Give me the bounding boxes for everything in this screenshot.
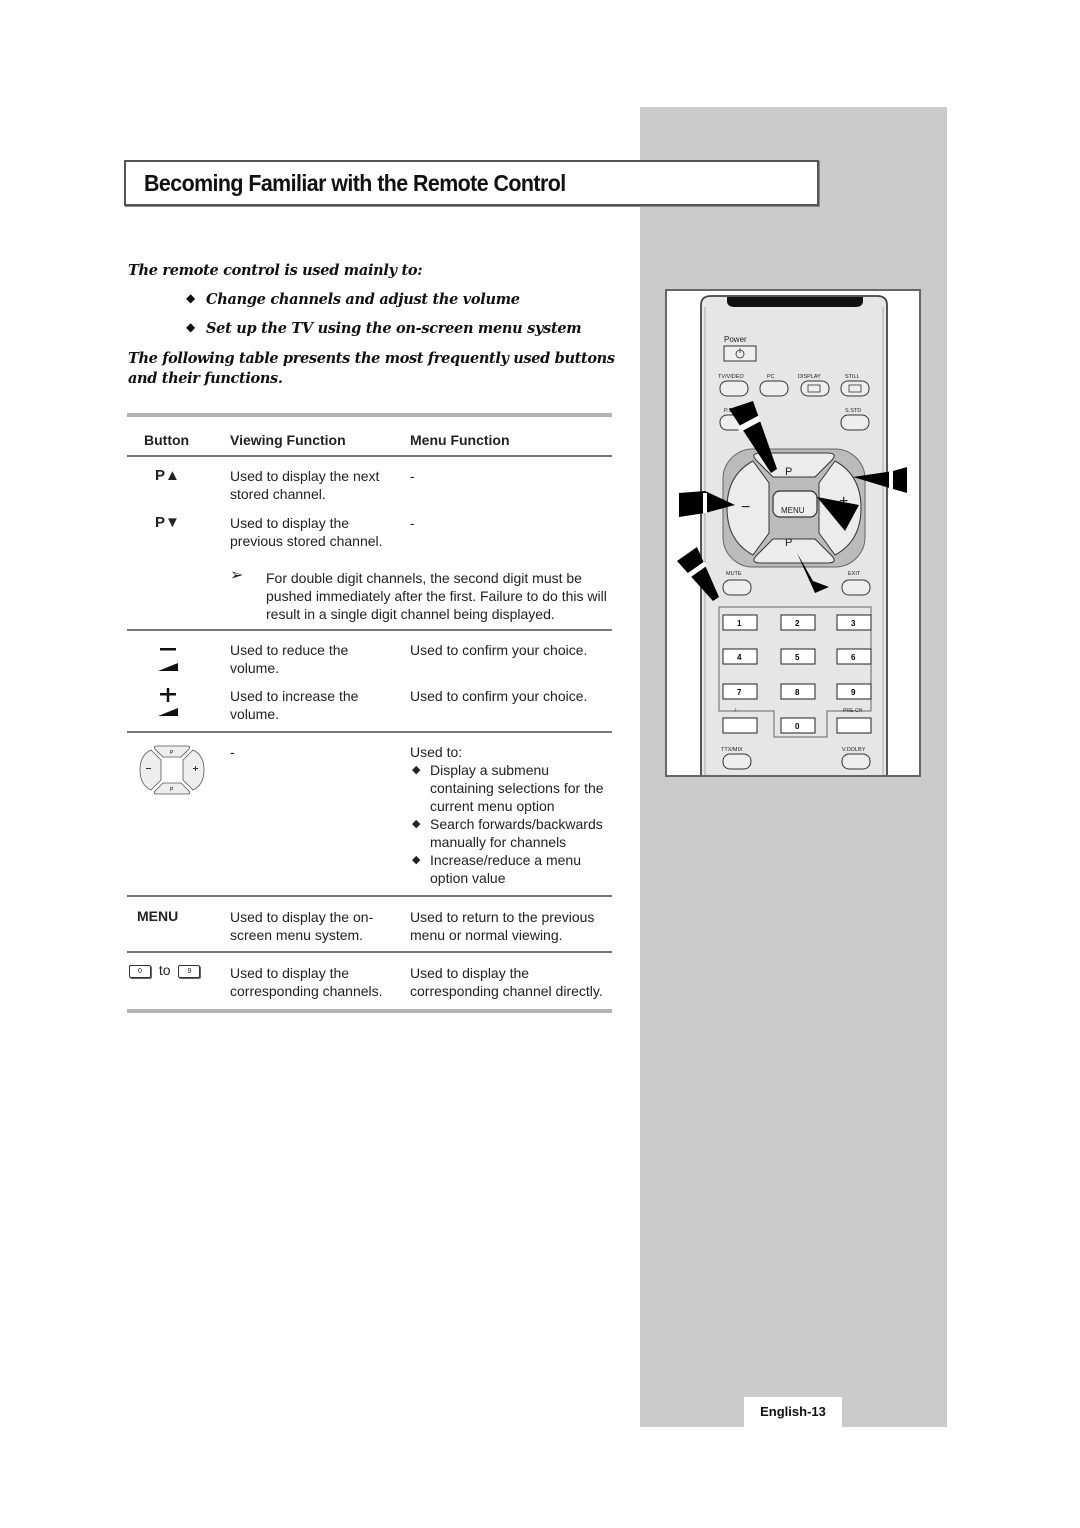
remote-key-2: 2	[795, 619, 800, 628]
remote-illustration-frame: Power TV/VIDEO PC DISPLAY STILL P.STD S.…	[665, 289, 921, 777]
remote-p-down-label: P	[785, 537, 792, 549]
table-section-digits: 0 to 9 Used to display the corresponding…	[127, 953, 612, 1009]
header-menu: Menu Function	[410, 432, 510, 448]
p-up-button-label: P▲	[155, 467, 180, 484]
title-box: Becoming Familiar with the Remote Contro…	[124, 160, 819, 206]
remote-dash-label: -/--	[733, 708, 740, 714]
dpad-viewing: -	[230, 744, 235, 760]
menu-menu: Used to return to the previous menu or n…	[410, 909, 595, 943]
diamond-bullet-icon: ◆	[412, 854, 421, 866]
volume-up-icon	[158, 688, 178, 716]
note-arrow-icon: ➢	[230, 567, 244, 584]
p-down-menu: -	[410, 515, 415, 531]
dpad-icon: P P	[139, 745, 205, 795]
diamond-bullet-icon: ◆	[412, 818, 421, 830]
remote-pc-label: PC	[767, 374, 775, 380]
dpad-menu: Used to: ◆ Display a submenu containing s…	[410, 743, 615, 887]
key-0-icon: 0	[129, 964, 151, 978]
volume-down-icon	[158, 648, 178, 671]
dpad-menu-lead: Used to:	[410, 744, 463, 760]
header-viewing: Viewing Function	[230, 432, 346, 448]
remote-key-9: 9	[851, 688, 856, 697]
remote-key-1: 1	[737, 619, 742, 628]
remote-tvvideo-label: TV/VIDEO	[718, 374, 744, 380]
key-9-icon: 9	[178, 964, 201, 978]
intro-lead: The remote control is used mainly to:	[128, 262, 423, 279]
digits-viewing: Used to display the corresponding channe…	[230, 965, 383, 999]
vol-up-menu: Used to confirm your choice.	[410, 688, 588, 704]
page-number: English-13	[744, 1397, 842, 1427]
table-section-dpad: P P - Used to: ◆ Display a submenu contai…	[127, 733, 612, 895]
remote-key-5: 5	[795, 653, 800, 662]
vol-up-viewing: Used to increase the volume.	[230, 688, 359, 722]
remote-vdolby-label: V.DOLBY	[842, 747, 866, 753]
dpad-menu-item: ◆ Increase/reduce a menu option value	[410, 851, 615, 887]
remote-still-label: STILL	[845, 374, 860, 380]
remote-prech-label: PRE-CH	[843, 708, 863, 714]
p-down-button-label: P▼	[155, 514, 180, 531]
intro-bullet: ◆ Set up the TV using the on-screen menu…	[128, 320, 618, 337]
digits-to-word: to	[158, 962, 171, 978]
intro-bullet-text: Set up the TV using the on-screen menu s…	[206, 320, 582, 337]
remote-display-label: DISPLAY	[798, 374, 821, 380]
remote-control-illustration: Power TV/VIDEO PC DISPLAY STILL P.STD S.…	[677, 295, 907, 775]
remote-exit-label: EXIT	[848, 571, 861, 577]
remote-key-3: 3	[851, 619, 856, 628]
remote-sstd-label: S.STD	[845, 408, 861, 414]
diamond-bullet-icon: ◆	[412, 764, 421, 776]
remote-ttx-label: TTX/MIX	[721, 747, 743, 753]
header-button: Button	[144, 432, 190, 448]
remote-key-8: 8	[795, 688, 800, 697]
table-bottom-rule	[127, 1009, 612, 1013]
intro-bullet-text: Change channels and adjust the volume	[206, 291, 520, 308]
ir-window	[727, 297, 863, 307]
digits-button-label: 0 to 9	[129, 962, 201, 978]
p-up-viewing: Used to display the next stored channel.	[230, 468, 380, 502]
menu-viewing: Used to display the on-screen menu syste…	[230, 909, 374, 943]
remote-power-label: Power	[724, 335, 747, 344]
intro-section: The remote control is used mainly to: ◆ …	[128, 262, 618, 389]
vol-down-menu: Used to confirm your choice.	[410, 642, 588, 658]
diamond-bullet-icon: ◆	[186, 291, 195, 305]
dpad-menu-item-text: Display a submenu containing selections …	[430, 762, 604, 814]
p-down-viewing: Used to display the previous stored chan…	[230, 515, 383, 549]
note-text: For double digit channels, the second di…	[266, 570, 607, 622]
intro-bullet: ◆ Change channels and adjust the volume	[128, 291, 618, 308]
menu-button-label: MENU	[137, 908, 179, 924]
button-function-table: Button Viewing Function Menu Function P▲…	[127, 413, 612, 1013]
vol-down-viewing: Used to reduce the volume.	[230, 642, 349, 676]
diamond-bullet-icon: ◆	[186, 320, 195, 334]
table-section-menu: MENU Used to display the on-screen menu …	[127, 897, 612, 951]
remote-key-6: 6	[851, 653, 856, 662]
table-section-volume: Used to reduce the volume. Used to confi…	[127, 631, 612, 731]
remote-minus-label: −	[741, 499, 750, 516]
digits-menu: Used to display the corresponding channe…	[410, 965, 603, 999]
remote-key-4: 4	[737, 653, 742, 662]
dpad-menu-item-text: Search forwards/backwards manually for c…	[430, 816, 603, 850]
dpad-menu-item: ◆ Display a submenu containing selections…	[410, 761, 615, 815]
page-title: Becoming Familiar with the Remote Contro…	[144, 170, 566, 196]
remote-menu-label: MENU	[781, 506, 805, 515]
p-up-menu: -	[410, 468, 415, 484]
dpad-menu-item: ◆ Search forwards/backwards manually for …	[410, 815, 615, 851]
table-section-channel: P▲ Used to display the next stored chann…	[127, 457, 612, 629]
remote-key-7: 7	[737, 688, 742, 697]
remote-mute-label: MUTE	[726, 571, 742, 577]
table-header: Button Viewing Function Menu Function	[127, 417, 612, 455]
dpad-menu-item-text: Increase/reduce a menu option value	[430, 852, 581, 886]
intro-follow: The following table presents the most fr…	[128, 350, 615, 387]
remote-key-0: 0	[795, 722, 800, 731]
remote-p-up-label: P	[785, 466, 792, 478]
